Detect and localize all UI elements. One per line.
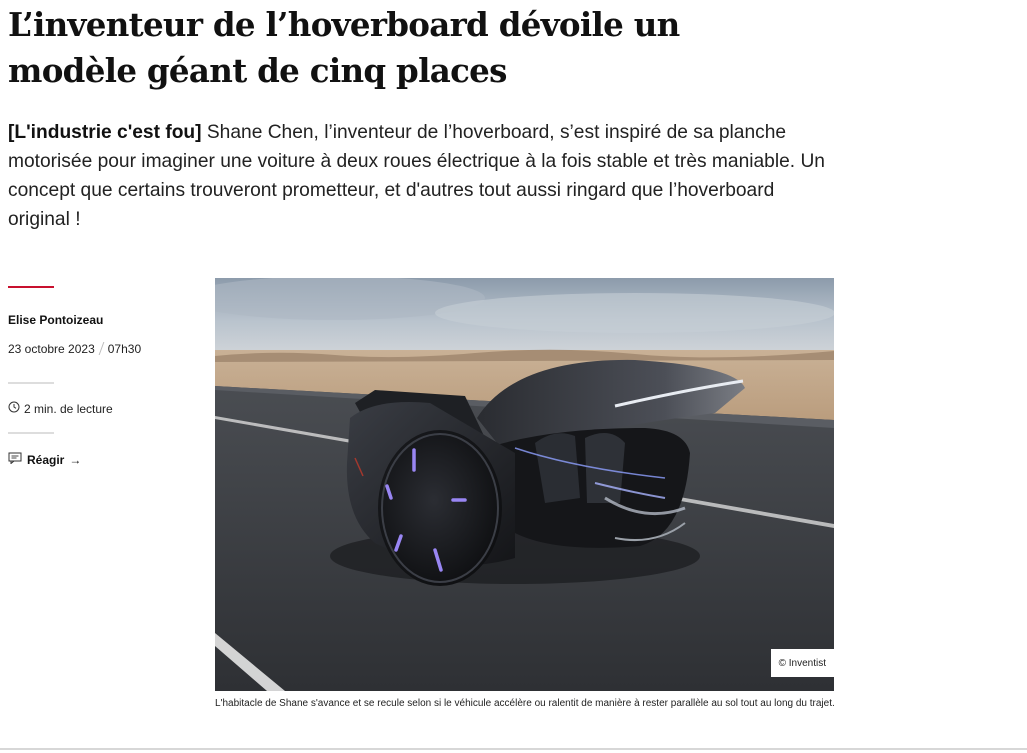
comment-icon [8,452,22,467]
accent-divider [8,286,54,288]
publish-dateline: 23 octobre 2023 07h30 [8,342,141,356]
author-name[interactable]: Elise Pontoizeau [8,313,103,327]
publish-date: 23 octobre 2023 [8,342,95,356]
image-caption: L'habitacle de Shane s'avance et se recu… [215,698,835,709]
meta-divider [8,382,54,384]
article-kicker[interactable]: [L'industrie c'est fou] [8,122,202,143]
article-image[interactable]: © Inventist [215,278,834,691]
page-bottom-border [0,748,1027,750]
image-credit: © Inventist [770,649,834,677]
clock-icon [8,401,20,416]
reading-time-label: 2 min. de lecture [24,401,113,416]
reading-time: 2 min. de lecture [8,401,113,416]
article-lead: [L'industrie c'est fou] Shane Chen, l’in… [8,118,828,234]
arrow-right-icon: → [69,452,82,467]
publish-time: 07h30 [107,342,142,356]
date-separator [98,342,105,355]
react-label: Réagir [27,452,65,467]
react-button[interactable]: Réagir → [8,452,81,467]
hoverboard-car-photo [215,278,834,691]
meta-divider [8,432,54,434]
article-title: L’inventeur de l’hoverboard dévoile un m… [8,5,680,90]
